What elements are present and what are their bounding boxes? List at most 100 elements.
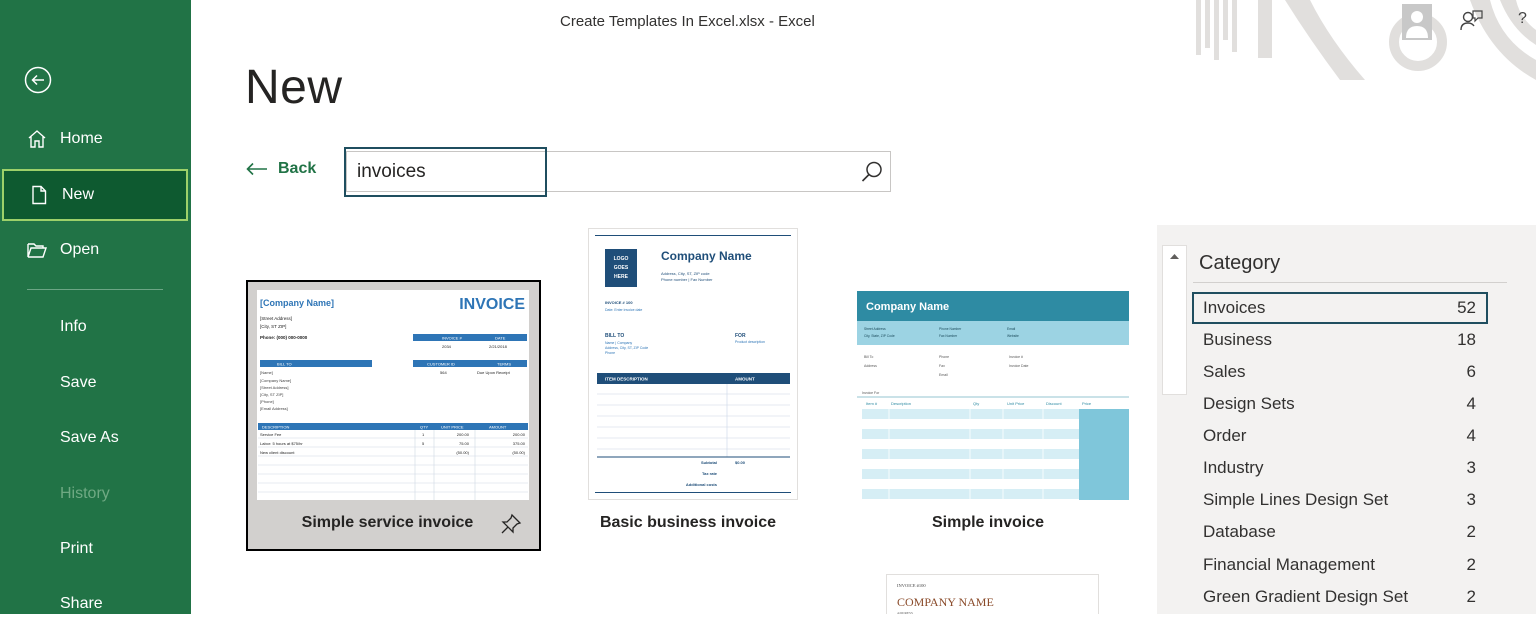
thumb-cell: 375.00 [513, 441, 526, 446]
nav-share-label: Share [60, 595, 103, 612]
thumb-value: 2/21/2018 [489, 344, 508, 349]
nav-history: History [0, 468, 191, 520]
thumb-line: [Email Address] [260, 406, 288, 411]
category-item-design-sets[interactable]: Design Sets 4 [1192, 388, 1488, 420]
thumb-line: [Company Name] [260, 378, 291, 383]
thumb-line: Phone number | Fax Number [661, 277, 713, 282]
thumb-line: Address [864, 364, 877, 368]
thumb-label: AMOUNT [489, 425, 507, 430]
nav-info[interactable]: Info [0, 301, 191, 353]
scroll-up-icon[interactable] [1163, 246, 1186, 266]
thumb-line: Website [1007, 334, 1019, 338]
thumb-line: [Street Address] [260, 316, 292, 321]
template-label: Simple service invoice [301, 514, 474, 531]
home-icon [26, 128, 48, 150]
nav-home[interactable]: Home [0, 113, 191, 165]
thumb-heading: INVOICE [459, 296, 525, 313]
thumb-value: Due Upon Receipt [477, 370, 511, 375]
search-input[interactable] [357, 160, 837, 184]
category-scrollbar[interactable] [1162, 245, 1187, 395]
thumb-company: Company Name [661, 249, 752, 263]
thumb-col: Qty [973, 401, 979, 406]
thumb-label: Subtotal [701, 460, 717, 465]
thumb-cell: Service Fee [260, 432, 282, 437]
template-thumbnail: [Company Name] INVOICE [Street Address] … [257, 290, 529, 500]
thumb-cell: New client discount [260, 450, 295, 455]
thumb-value: 2034 [442, 344, 452, 349]
back-arrow-icon[interactable] [24, 66, 52, 94]
category-name: Business [1203, 330, 1272, 349]
thumb-line: Name | Company [605, 341, 632, 345]
pin-icon[interactable] [500, 513, 522, 535]
template-simple-invoice[interactable]: Company Name Street Address City, State,… [857, 291, 1129, 500]
backstage-sidebar: Home New Open Info Save Save As History … [0, 0, 191, 614]
category-item-green-gradient-design-set[interactable]: Green Gradient Design Set 2 [1192, 581, 1488, 613]
nav-open[interactable]: Open [0, 224, 191, 276]
category-title: Category [1199, 252, 1281, 274]
feedback-icon[interactable] [1458, 8, 1484, 34]
thumb-line: Address, City, ST, ZIP Code [605, 346, 648, 350]
new-document-icon [28, 184, 50, 206]
nav-save-label: Save [60, 374, 97, 391]
nav-save[interactable]: Save [0, 357, 191, 409]
thumb-cell: 200.00 [513, 432, 526, 437]
thumb-label: ITEM DESCRIPTION [605, 377, 648, 382]
category-item-order[interactable]: Order 4 [1192, 420, 1488, 452]
nav-history-label: History [60, 485, 110, 502]
category-name: Green Gradient Design Set [1203, 587, 1409, 606]
category-item-industry[interactable]: Industry 3 [1192, 452, 1488, 484]
user-avatar[interactable] [1402, 4, 1432, 40]
thumb-line: [Street Address] [260, 385, 288, 390]
background-decoration [1196, 0, 1536, 80]
nav-divider [27, 289, 163, 290]
nav-save-as-label: Save As [60, 429, 119, 446]
nav-share[interactable]: Share [0, 578, 191, 630]
category-item-financial-management[interactable]: Financial Management 2 [1192, 549, 1488, 581]
thumb-company: Company Name [866, 301, 949, 313]
thumb-line: Invoice Date [1009, 364, 1029, 368]
nav-new[interactable]: New [2, 169, 188, 221]
thumb-cell: 5 [422, 441, 425, 446]
thumb-line: [Name] [260, 370, 273, 375]
thumb-label: AMOUNT [735, 377, 755, 382]
thumb-line: Product description [735, 340, 765, 344]
back-button[interactable]: Back [246, 160, 316, 178]
thumb-label: CUSTOMER ID [427, 362, 455, 367]
page-title: New [245, 61, 343, 114]
search-box [346, 151, 891, 192]
nav-print[interactable]: Print [0, 523, 191, 575]
thumb-label: Tax rate [702, 471, 718, 476]
thumb-line: Fax [939, 364, 945, 368]
thumb-label: BILL TO [605, 333, 624, 339]
category-item-simple-lines-design-set[interactable]: Simple Lines Design Set 3 [1192, 484, 1488, 516]
thumb-col: Unit Price [1007, 401, 1025, 406]
category-name: Simple Lines Design Set [1203, 490, 1389, 509]
thumb-line: [City, ST ZIP] [260, 392, 283, 397]
thumb-line: Date: Enter invoice date [605, 308, 642, 312]
category-item-sales[interactable]: Sales 6 [1192, 356, 1488, 388]
category-count: 2 [1466, 555, 1476, 574]
category-count: 4 [1466, 426, 1476, 445]
nav-save-as[interactable]: Save As [0, 412, 191, 464]
thumb-line: Email [939, 373, 948, 377]
category-count: 52 [1457, 298, 1476, 317]
template-invoice-partial[interactable]: INVOICE #100 COMPANY NAME ADDRESS [886, 574, 1099, 615]
thumb-col: Price [1082, 401, 1092, 406]
thumb-line: Fax Number [939, 334, 958, 338]
help-icon[interactable]: ? [1518, 10, 1527, 28]
thumb-line: INVOICE # 100 [605, 300, 633, 305]
category-item-database[interactable]: Database 2 [1192, 516, 1488, 548]
nav-info-label: Info [60, 318, 87, 335]
left-arrow-icon [246, 162, 267, 176]
category-item-business[interactable]: Business 18 [1192, 324, 1488, 356]
search-icon[interactable] [860, 160, 884, 184]
category-count: 18 [1457, 330, 1476, 349]
template-basic-business-invoice[interactable]: LOGO GOES HERE Company Name Address, Cit… [588, 228, 798, 500]
thumb-line: INVOICE #100 [897, 583, 926, 588]
open-folder-icon [26, 239, 48, 261]
thumb-company: COMPANY NAME [897, 595, 994, 609]
thumb-label: Additional costs [686, 482, 718, 487]
thumb-line: ADDRESS [897, 611, 913, 615]
category-item-invoices[interactable]: Invoices 52 [1192, 292, 1488, 324]
thumb-label: BILL TO [277, 362, 292, 367]
